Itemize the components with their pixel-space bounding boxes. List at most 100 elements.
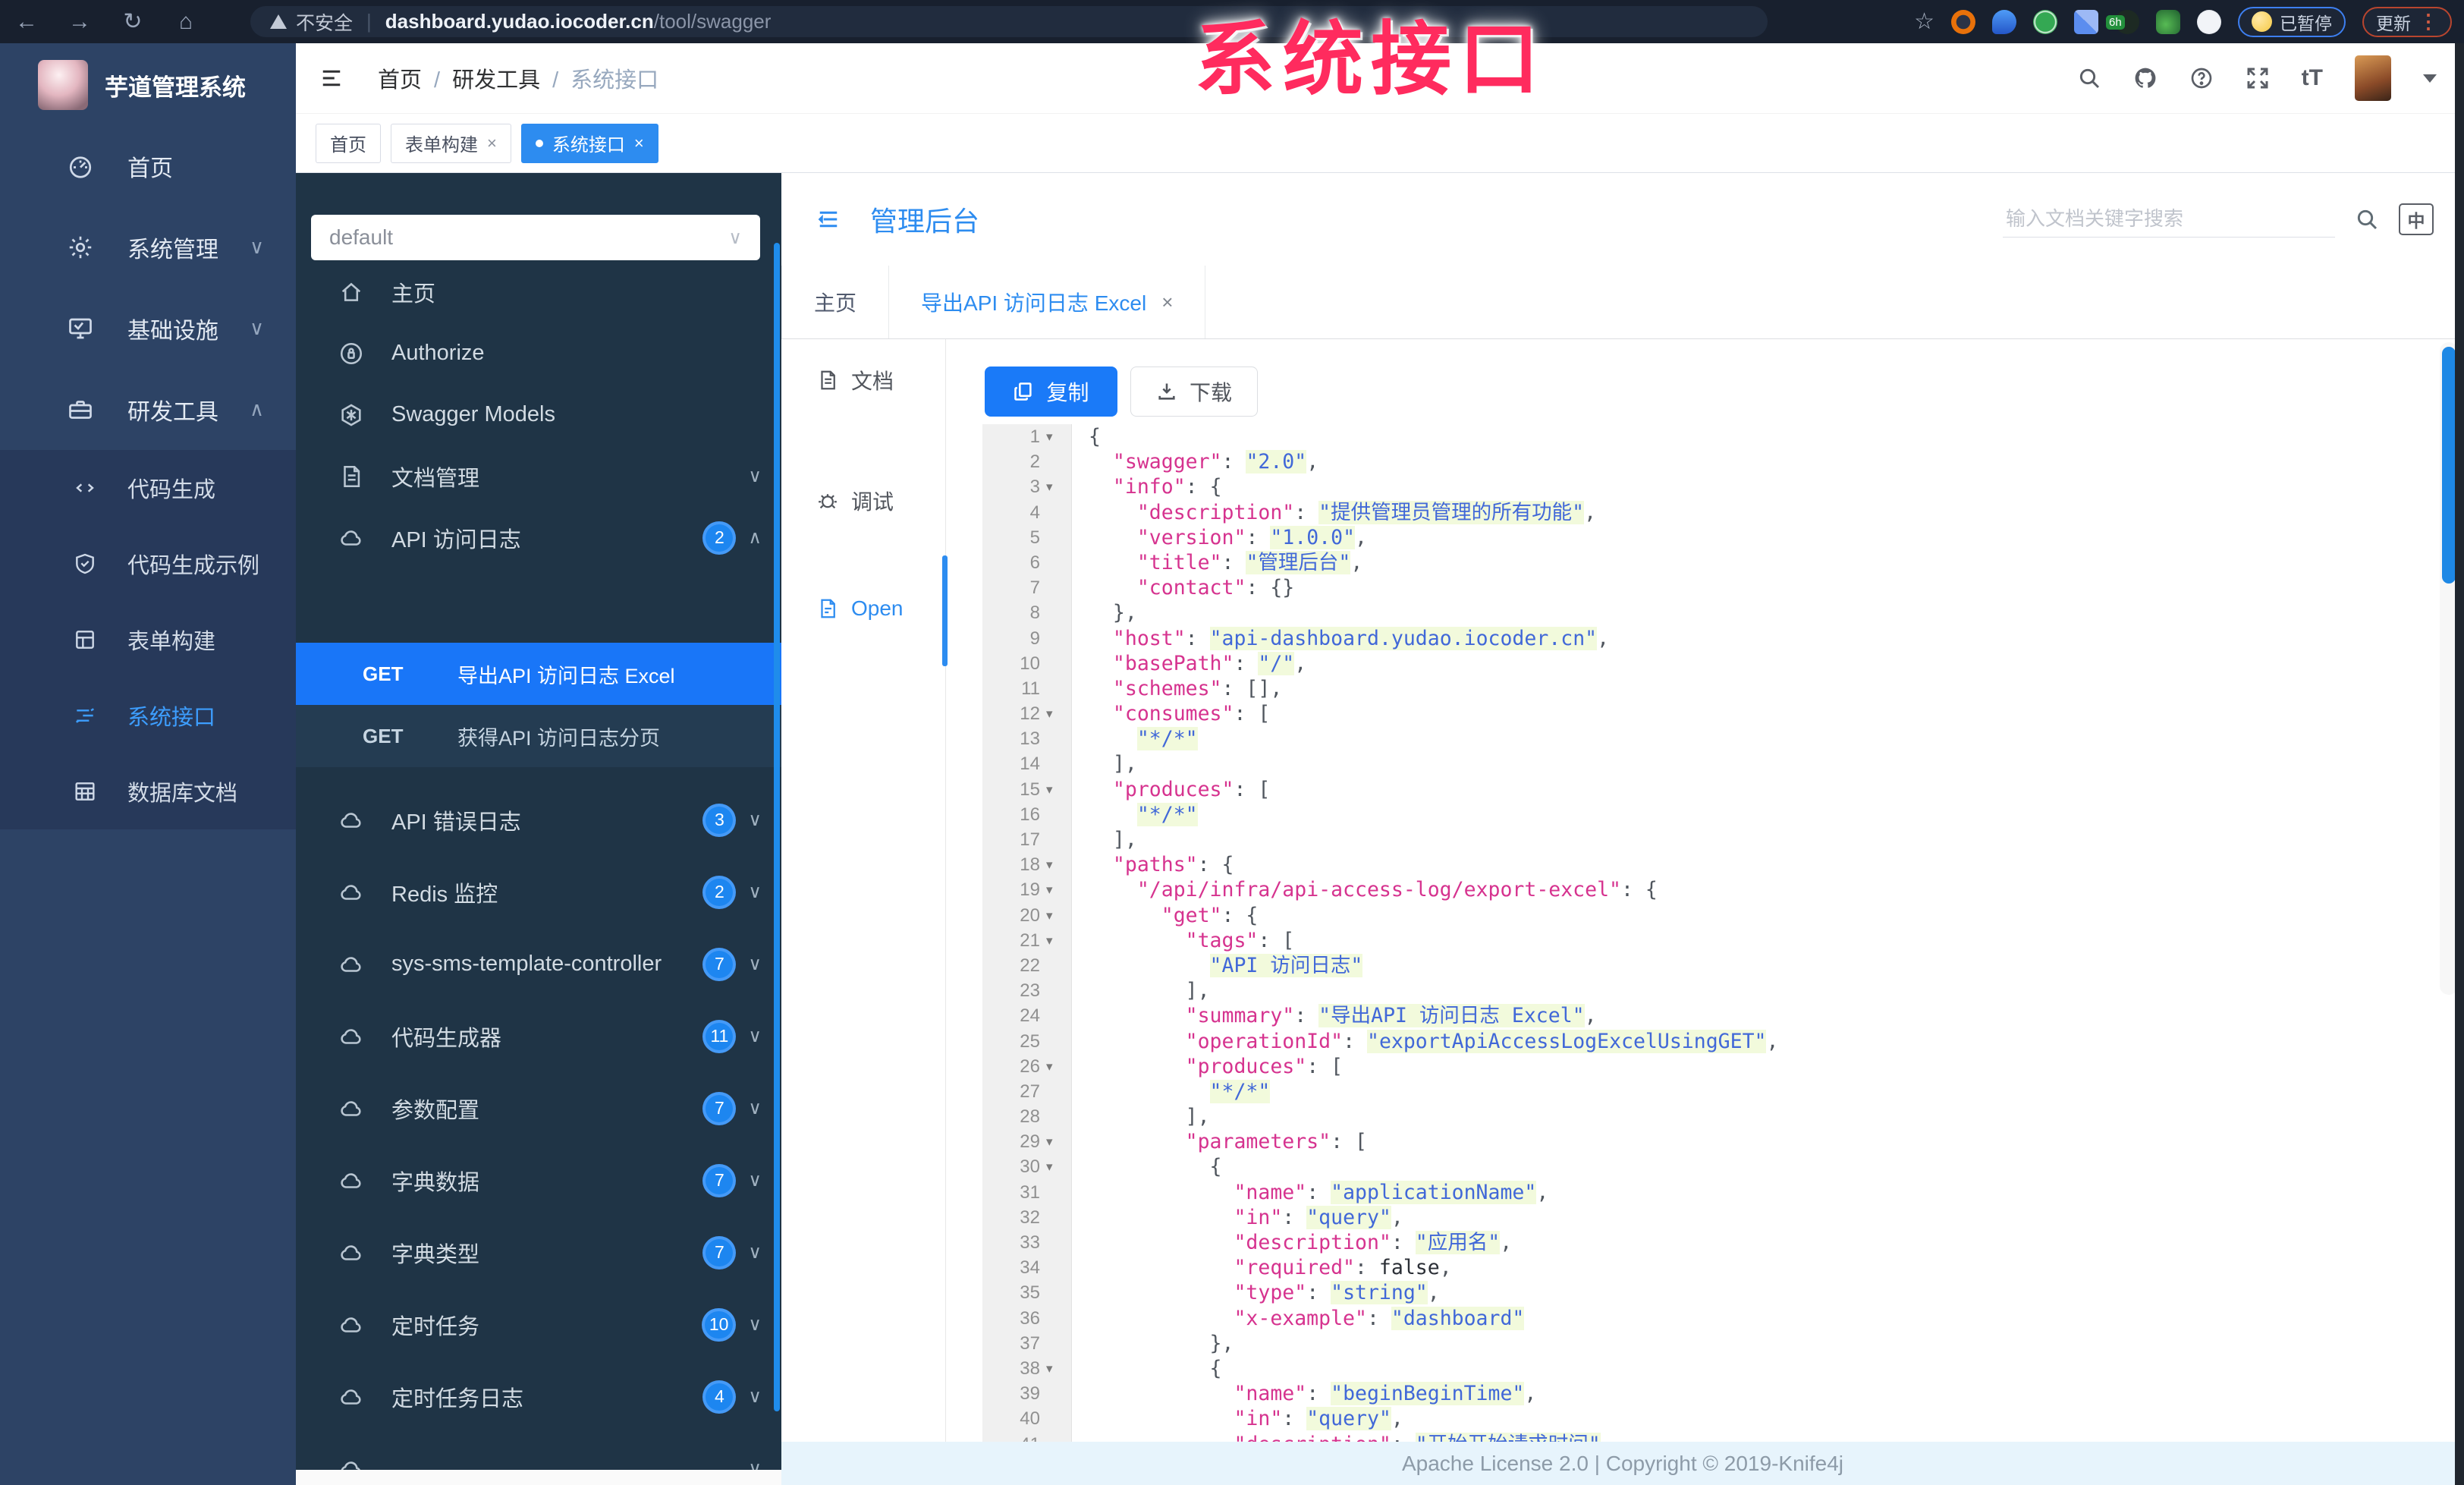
code-line[interactable]: 23 ], [982, 978, 2464, 1004]
api-group-定时任务日志[interactable]: 定时任务日志 4 ∨ [296, 1361, 781, 1433]
sidebar-subitem-系统接口[interactable]: 系统接口 [0, 678, 296, 754]
sidebar-collapse-icon[interactable] [319, 67, 344, 90]
code-line[interactable]: 6 "title": "管理后台", [982, 549, 2464, 576]
close-icon[interactable]: × [1161, 291, 1173, 314]
chevron-down-icon[interactable]: ∨ [748, 465, 762, 487]
bookmark-star-icon[interactable]: ☆ [1914, 8, 1934, 35]
swagger-nav-Swagger Models[interactable]: Swagger Models [296, 384, 781, 445]
code-line[interactable]: 24 "summary": "导出API 访问日志 Excel", [982, 1003, 2464, 1029]
extension-icon[interactable]: 6h [2106, 9, 2139, 34]
code-line[interactable]: 13 "*/*" [982, 726, 2464, 752]
code-line[interactable]: 21 ▾ "tags": [ [982, 927, 2464, 953]
user-avatar[interactable] [2355, 55, 2391, 101]
extension-icon[interactable] [1951, 9, 1975, 34]
doc-tab-主页[interactable]: 主页 [781, 266, 890, 338]
chevron-up-icon[interactable]: ∧ [748, 527, 762, 549]
fold-arrow-icon[interactable]: ▾ [1046, 1129, 1072, 1155]
sidebar-subitem-数据库文档[interactable]: 数据库文档 [0, 754, 296, 829]
extension-icon[interactable] [2197, 9, 2221, 34]
group-select[interactable]: default ∨ [311, 215, 760, 260]
sidebar-subitem-表单构建[interactable]: 表单构建 [0, 602, 296, 678]
fold-arrow-icon[interactable]: ▾ [1046, 1355, 1072, 1382]
doc-nav-Open[interactable]: Open [816, 586, 904, 631]
sidebar-item-研发工具[interactable]: 研发工具 ∧ [0, 369, 296, 450]
code-line[interactable]: 4 "description": "提供管理员管理的所有功能", [982, 499, 2464, 525]
app-logo-row[interactable]: 芋道管理系统 [0, 43, 296, 125]
user-menu-caret-icon[interactable] [2423, 74, 2437, 83]
tag-首页[interactable]: 首页 [316, 123, 381, 163]
browser-home-icon[interactable]: ⌂ [159, 9, 212, 35]
code-line[interactable]: 3 ▾ "info": { [982, 474, 2464, 500]
code-line[interactable]: 8 }, [982, 600, 2464, 626]
code-line[interactable]: 17 ], [982, 827, 2464, 853]
breadcrumb-item[interactable]: 研发工具 [452, 68, 540, 93]
help-icon[interactable] [2189, 66, 2214, 90]
fold-arrow-icon[interactable]: ▾ [1046, 852, 1072, 878]
extension-icon[interactable] [1992, 9, 2016, 34]
code-line[interactable]: 29 ▾ "parameters": [ [982, 1129, 2464, 1155]
sidebar-item-系统管理[interactable]: 系统管理 ∨ [0, 206, 296, 288]
browser-menu-icon[interactable]: ⋮ [2418, 10, 2438, 33]
code-line[interactable]: 16 "*/*" [982, 801, 2464, 827]
api-group-Redis 监控[interactable]: Redis 监控 2 ∨ [296, 856, 781, 928]
code-line[interactable]: 40 "in": "query", [982, 1406, 2464, 1432]
fold-arrow-icon[interactable]: ▾ [1046, 701, 1072, 727]
github-icon[interactable] [2133, 66, 2158, 90]
code-line[interactable]: 22 "API 访问日志" [982, 952, 2464, 979]
code-line[interactable]: 28 ], [982, 1104, 2464, 1130]
code-line[interactable]: 15 ▾ "produces": [ [982, 776, 2464, 802]
chevron-down-icon[interactable]: ∨ [748, 1025, 762, 1047]
fold-arrow-icon[interactable]: ▾ [1046, 424, 1072, 450]
editor-scroll-thumb[interactable] [2442, 347, 2456, 584]
extension-icon[interactable] [2074, 9, 2098, 34]
api-group-参数配置[interactable]: 参数配置 7 ∨ [296, 1072, 781, 1144]
fold-arrow-icon[interactable]: ▾ [1046, 877, 1072, 903]
sidebar-scrollbar[interactable] [774, 243, 780, 1411]
doc-search-icon[interactable] [2355, 207, 2379, 231]
extension-icon[interactable] [2156, 9, 2180, 34]
code-line[interactable]: 14 ], [982, 751, 2464, 777]
code-line[interactable]: 31 "name": "applicationName", [982, 1179, 2464, 1205]
code-line[interactable]: 33 "description": "应用名", [982, 1230, 2464, 1256]
tag-系统接口[interactable]: 系统接口 × [520, 123, 658, 163]
tag-表单构建[interactable]: 表单构建 × [391, 123, 511, 163]
fold-arrow-icon[interactable]: ▾ [1046, 474, 1072, 500]
swagger-json-editor[interactable]: 1 ▾{2 "swagger": "2.0", 3 ▾ "info": {4 "des… [982, 414, 2464, 1442]
api-group-API 错误日志[interactable]: API 错误日志 3 ∨ [296, 784, 781, 856]
copy-button[interactable]: 复制 [985, 367, 1117, 417]
api-group-API 访问日志[interactable]: API 访问日志 2 ∧ [296, 507, 781, 568]
code-line[interactable]: 32 "in": "query", [982, 1204, 2464, 1230]
search-icon[interactable] [2077, 66, 2101, 90]
update-chip[interactable]: 更新 ⋮ [2362, 6, 2452, 37]
chevron-down-icon[interactable]: ∨ [748, 809, 762, 831]
chevron-down-icon[interactable]: ∨ [748, 1097, 762, 1119]
code-line[interactable]: 30 ▾ { [982, 1154, 2464, 1180]
paused-extension-chip[interactable]: 已暂停 [2238, 6, 2346, 37]
fold-arrow-icon[interactable]: ▾ [1046, 1053, 1072, 1079]
sidebar-subitem-代码生成[interactable]: 代码生成 [0, 450, 296, 526]
code-line[interactable]: 7 "contact": {} [982, 575, 2464, 601]
close-icon[interactable]: × [634, 134, 644, 153]
browser-back-icon[interactable]: ← [0, 9, 53, 35]
swagger-nav-主页[interactable]: 主页 [296, 261, 781, 322]
doc-collapse-icon[interactable] [816, 208, 841, 231]
browser-reload-icon[interactable]: ↻ [106, 8, 159, 35]
code-line[interactable]: 2 "swagger": "2.0", [982, 449, 2464, 475]
code-line[interactable]: 9 "host": "api-dashboard.yudao.iocoder.c… [982, 625, 2464, 651]
code-line[interactable]: 11 "schemes": [], [982, 675, 2464, 702]
code-line[interactable]: 12 ▾ "consumes": [ [982, 701, 2464, 727]
api-group-字典类型[interactable]: 字典类型 7 ∨ [296, 1216, 781, 1288]
code-line[interactable]: 35 "type": "string", [982, 1280, 2464, 1306]
code-line[interactable]: 10 "basePath": "/", [982, 650, 2464, 676]
language-toggle[interactable]: 中 [2399, 203, 2434, 235]
font-size-icon[interactable]: tT [2302, 65, 2323, 91]
sidebar-item-基础设施[interactable]: 基础设施 ∨ [0, 288, 296, 369]
sidebar-subitem-代码生成示例[interactable]: 代码生成示例 [0, 526, 296, 602]
code-line[interactable]: 25 "operationId": "exportApiAccessLogExc… [982, 1028, 2464, 1054]
chevron-down-icon[interactable]: ∨ [748, 953, 762, 975]
api-group-字典数据[interactable]: 字典数据 7 ∨ [296, 1144, 781, 1216]
code-line[interactable]: 1 ▾ { [982, 424, 2464, 450]
extension-icon[interactable] [2033, 9, 2057, 34]
fullscreen-icon[interactable] [2246, 66, 2270, 90]
api-operation-导出API 访问日志 Excel[interactable]: GET 导出API 访问日志 Excel [296, 643, 781, 705]
